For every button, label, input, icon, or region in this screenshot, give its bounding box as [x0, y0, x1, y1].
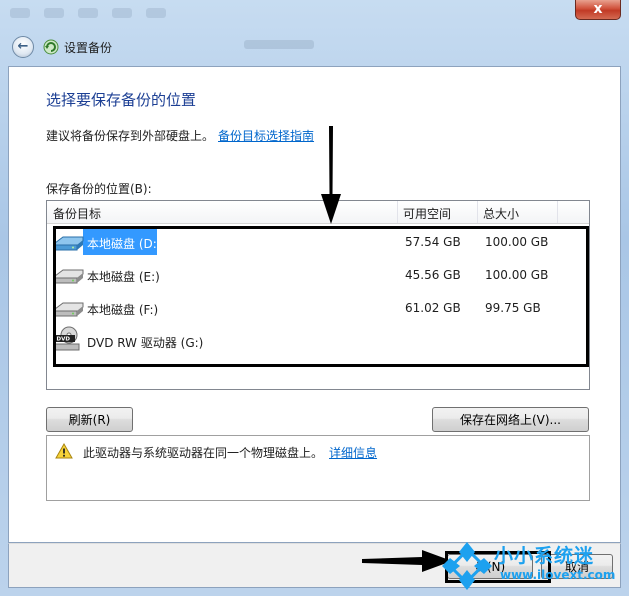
svg-text:DVD: DVD	[57, 337, 71, 343]
drive-name: DVD RW 驱动器 (G:)	[87, 336, 204, 350]
column-header-total-size[interactable]: 总大小	[483, 205, 519, 222]
close-button[interactable]: x	[575, 0, 621, 20]
column-header-target[interactable]: 备份目标	[53, 205, 101, 222]
drive-name: 本地磁盘 (F:)	[87, 303, 159, 317]
drive-name: 本地磁盘 (D:)	[87, 237, 162, 251]
backup-target-list[interactable]: 备份目标 可用空间 总大小 本地磁盘 (D:) 57.54 GB 100.00 …	[46, 200, 590, 390]
page-title: 选择要保存备份的位置	[46, 91, 197, 109]
drive-free-space: 61.02 GB	[405, 301, 461, 315]
title-bar-blurred	[10, 6, 250, 20]
drive-row-f[interactable]: 本地磁盘 (F:) 61.02 GB 99.75 GB	[47, 293, 589, 326]
hard-drive-icon	[54, 302, 84, 317]
column-header-free-space[interactable]: 可用空间	[403, 205, 451, 222]
drive-row-d[interactable]: 本地磁盘 (D:) 57.54 GB 100.00 GB	[47, 227, 589, 260]
hard-drive-icon	[54, 269, 84, 284]
content-panel: 选择要保存备份的位置 建议将备份保存到外部硬盘上。 备份目标选择指南 保存备份的位…	[8, 66, 621, 543]
annotation-arrow-down-icon	[321, 126, 341, 224]
backup-guide-link[interactable]: 备份目标选择指南	[218, 129, 314, 143]
watermark-url: www.ilovext.com	[500, 568, 616, 582]
hard-drive-icon	[54, 236, 84, 251]
watermark-title: 小小系统迷	[494, 545, 595, 567]
navigation-bar: ← 设置备份	[8, 30, 621, 66]
warning-panel: 此驱动器与系统驱动器在同一个物理磁盘上。 详细信息	[46, 435, 590, 501]
advice-line: 建议将备份保存到外部硬盘上。 备份目标选择指南	[46, 127, 314, 144]
save-on-network-button[interactable]: 保存在网络上(V)...	[432, 407, 589, 432]
back-button[interactable]: ←	[12, 36, 34, 58]
drive-row-e[interactable]: 本地磁盘 (E:) 45.56 GB 100.00 GB	[47, 260, 589, 293]
warning-icon	[55, 443, 73, 459]
drive-total-size: 99.75 GB	[485, 301, 541, 315]
details-link[interactable]: 详细信息	[329, 446, 377, 460]
warning-text: 此驱动器与系统驱动器在同一个物理磁盘上。	[83, 446, 324, 460]
drive-free-space: 45.56 GB	[405, 268, 461, 282]
refresh-button[interactable]: 刷新(R)	[46, 407, 133, 432]
watermark: 小小系统迷 www.ilovext.com	[440, 538, 625, 594]
advice-text: 建议将备份保存到外部硬盘上。	[46, 129, 215, 143]
drive-total-size: 100.00 GB	[485, 235, 549, 249]
drive-row-g[interactable]: DVD DVD RW 驱动器 (G:)	[47, 326, 589, 359]
dvd-drive-icon: DVD	[54, 326, 80, 351]
annotation-arrow-right-icon	[362, 550, 452, 572]
warning-message: 此驱动器与系统驱动器在同一个物理磁盘上。 详细信息	[83, 444, 377, 461]
drive-name: 本地磁盘 (E:)	[87, 270, 160, 284]
blurred-text	[244, 40, 314, 49]
backup-icon	[43, 39, 59, 55]
watermark-logo-icon	[442, 542, 492, 590]
nav-title: 设置备份	[64, 41, 113, 55]
drive-total-size: 100.00 GB	[485, 268, 549, 282]
location-list-label: 保存备份的位置(B):	[46, 182, 152, 196]
drive-free-space: 57.54 GB	[405, 235, 461, 249]
